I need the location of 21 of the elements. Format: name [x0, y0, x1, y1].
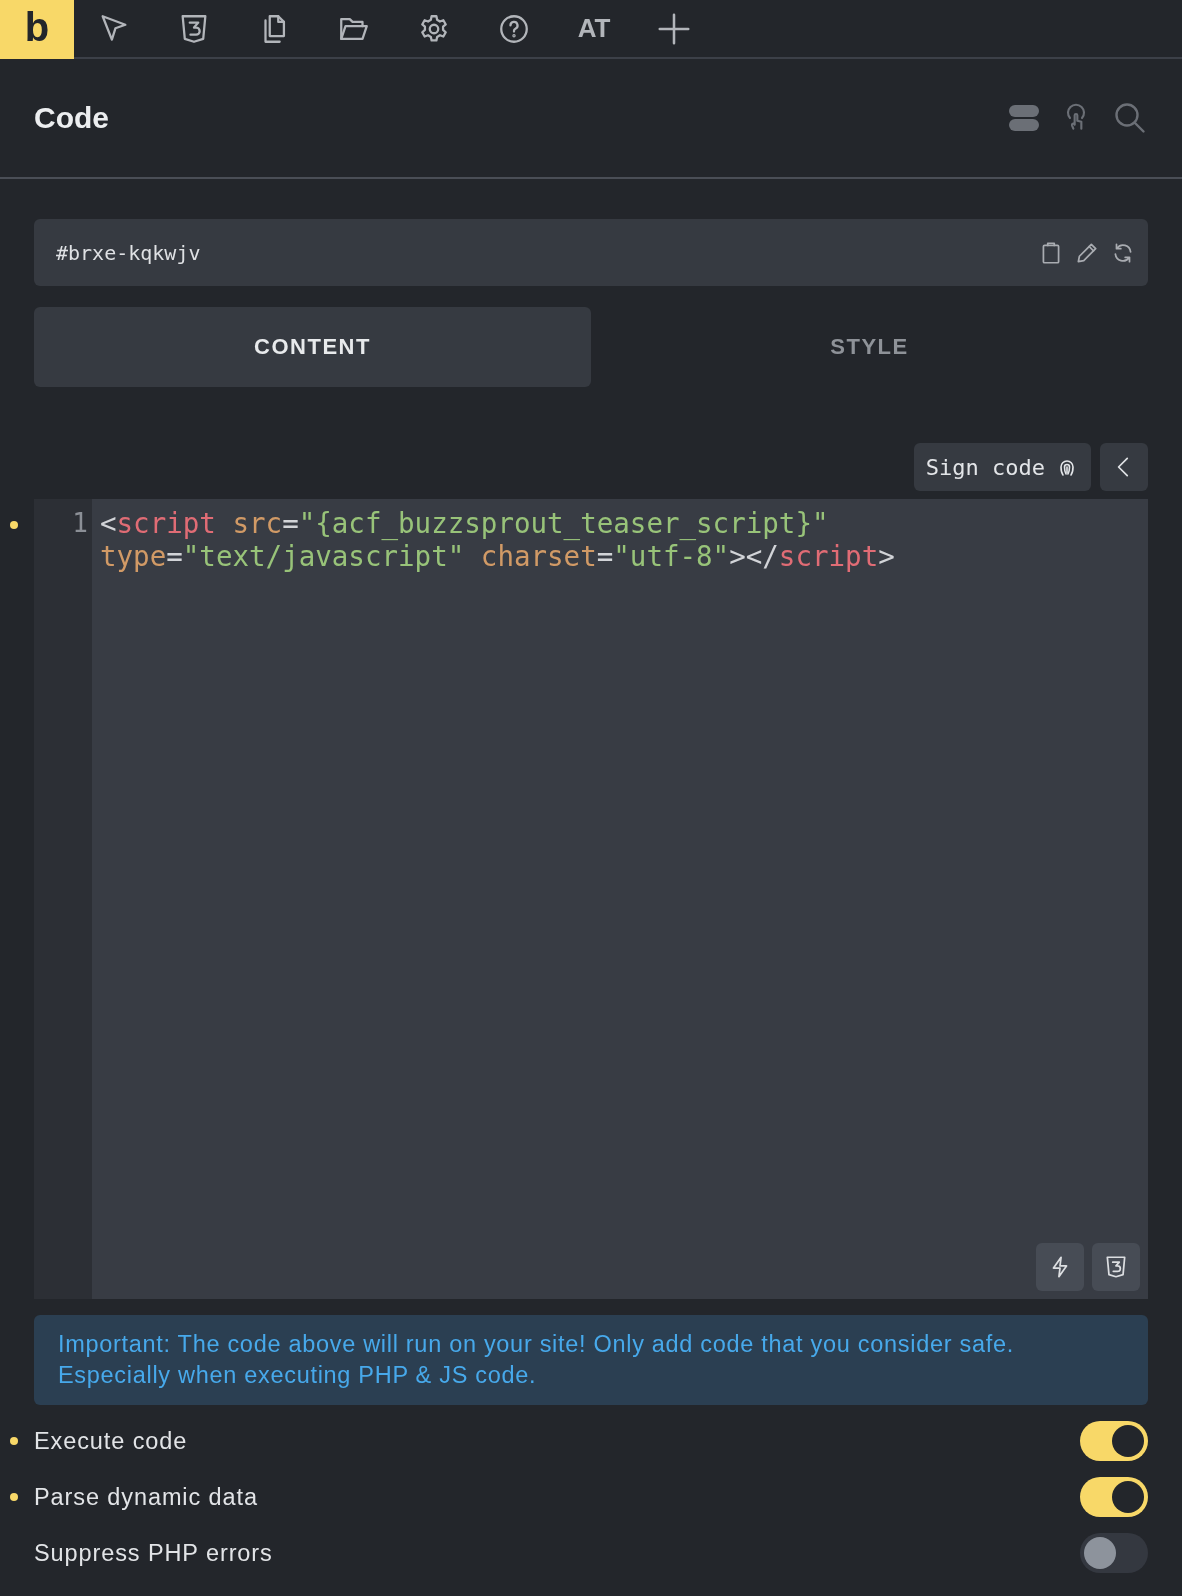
- tab[interactable]: CONTENT: [34, 307, 591, 387]
- toggle-switch[interactable]: [1080, 1533, 1148, 1573]
- element-id-control[interactable]: #brxe-kqkwjv: [34, 219, 1148, 286]
- css-icon[interactable]: [1092, 1243, 1140, 1291]
- toggle-switch[interactable]: [1080, 1477, 1148, 1517]
- line-number: 1: [72, 507, 88, 540]
- setting-label: Parse dynamic data: [34, 1483, 258, 1511]
- setting-label: Execute code: [34, 1427, 188, 1455]
- logo[interactable]: b: [0, 0, 74, 59]
- lightning-icon[interactable]: [1036, 1243, 1084, 1291]
- code-editor[interactable]: 1 <script src="{acf_buzzsprout_teaser_script}" type="text/javascript" charset="utf-8"></script>: [34, 499, 1148, 1299]
- warning-notice: Important: The code above will run on your site! Only add code that you consider safe. Especially when executing PHP & JS code.: [34, 1315, 1148, 1405]
- tab[interactable]: STYLE: [591, 307, 1148, 387]
- language-button[interactable]: AT: [554, 0, 634, 57]
- panel-title: Code: [34, 101, 109, 135]
- element-id-field[interactable]: #brxe-kqkwjv: [54, 239, 1038, 266]
- setting-label: Suppress PHP errors: [34, 1539, 273, 1567]
- sign-code-button[interactable]: Sign code: [913, 443, 1091, 491]
- toggle-switch[interactable]: [1080, 1421, 1148, 1461]
- toggle-layout-icon[interactable]: [1008, 104, 1040, 132]
- code-line: <script src="{acf_buzzsprout_teaser_script}" type="text/javascript" charset="utf-8"></script>: [100, 507, 896, 573]
